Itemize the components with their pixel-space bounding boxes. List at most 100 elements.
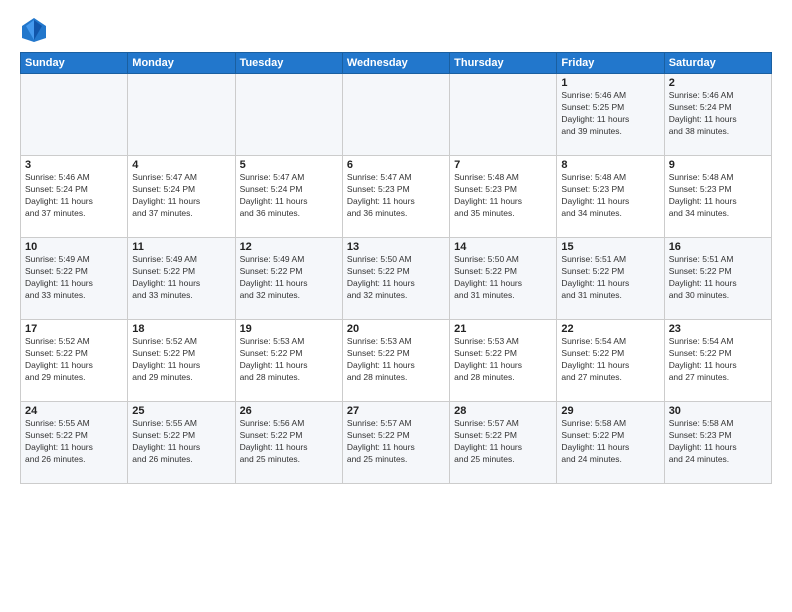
day-number: 29 (561, 405, 659, 417)
day-number: 7 (454, 159, 552, 171)
calendar-cell: 9Sunrise: 5:48 AM Sunset: 5:23 PM Daylig… (664, 156, 771, 238)
calendar-cell: 22Sunrise: 5:54 AM Sunset: 5:22 PM Dayli… (557, 320, 664, 402)
weekday-header-cell: Friday (557, 53, 664, 74)
day-info: Sunrise: 5:51 AM Sunset: 5:22 PM Dayligh… (561, 254, 659, 302)
day-info: Sunrise: 5:48 AM Sunset: 5:23 PM Dayligh… (669, 172, 767, 220)
day-number: 6 (347, 159, 445, 171)
calendar-cell: 14Sunrise: 5:50 AM Sunset: 5:22 PM Dayli… (450, 238, 557, 320)
calendar-cell: 28Sunrise: 5:57 AM Sunset: 5:22 PM Dayli… (450, 402, 557, 484)
calendar-cell: 15Sunrise: 5:51 AM Sunset: 5:22 PM Dayli… (557, 238, 664, 320)
weekday-header-cell: Wednesday (342, 53, 449, 74)
day-info: Sunrise: 5:53 AM Sunset: 5:22 PM Dayligh… (454, 336, 552, 384)
day-info: Sunrise: 5:54 AM Sunset: 5:22 PM Dayligh… (669, 336, 767, 384)
day-info: Sunrise: 5:46 AM Sunset: 5:24 PM Dayligh… (25, 172, 123, 220)
page: SundayMondayTuesdayWednesdayThursdayFrid… (0, 0, 792, 612)
day-number: 27 (347, 405, 445, 417)
calendar-cell: 13Sunrise: 5:50 AM Sunset: 5:22 PM Dayli… (342, 238, 449, 320)
calendar-week-row: 24Sunrise: 5:55 AM Sunset: 5:22 PM Dayli… (21, 402, 772, 484)
calendar-cell: 7Sunrise: 5:48 AM Sunset: 5:23 PM Daylig… (450, 156, 557, 238)
day-info: Sunrise: 5:47 AM Sunset: 5:24 PM Dayligh… (132, 172, 230, 220)
weekday-header-cell: Thursday (450, 53, 557, 74)
calendar-cell (21, 74, 128, 156)
day-number: 20 (347, 323, 445, 335)
weekday-header-cell: Tuesday (235, 53, 342, 74)
day-number: 30 (669, 405, 767, 417)
day-number: 9 (669, 159, 767, 171)
day-number: 11 (132, 241, 230, 253)
day-number: 25 (132, 405, 230, 417)
weekday-header-cell: Monday (128, 53, 235, 74)
day-number: 21 (454, 323, 552, 335)
day-number: 28 (454, 405, 552, 417)
day-info: Sunrise: 5:58 AM Sunset: 5:22 PM Dayligh… (561, 418, 659, 466)
day-number: 24 (25, 405, 123, 417)
day-number: 16 (669, 241, 767, 253)
day-info: Sunrise: 5:48 AM Sunset: 5:23 PM Dayligh… (454, 172, 552, 220)
calendar-cell: 2Sunrise: 5:46 AM Sunset: 5:24 PM Daylig… (664, 74, 771, 156)
day-info: Sunrise: 5:46 AM Sunset: 5:25 PM Dayligh… (561, 90, 659, 138)
day-info: Sunrise: 5:52 AM Sunset: 5:22 PM Dayligh… (132, 336, 230, 384)
calendar-cell: 5Sunrise: 5:47 AM Sunset: 5:24 PM Daylig… (235, 156, 342, 238)
calendar-week-row: 10 Sunrise: 5:49 AM Sunset: 5:22 PM Dayli… (21, 238, 772, 320)
calendar-cell (235, 74, 342, 156)
weekday-header-cell: Sunday (21, 53, 128, 74)
day-info: Sunrise: 5:55 AM Sunset: 5:22 PM Dayligh… (132, 418, 230, 466)
day-info: Sunrise: 5:52 AM Sunset: 5:22 PM Dayligh… (25, 336, 123, 384)
calendar-cell: 26Sunrise: 5:56 AM Sunset: 5:22 PM Dayli… (235, 402, 342, 484)
day-info: Sunrise: 5:50 AM Sunset: 5:22 PM Dayligh… (347, 254, 445, 302)
calendar-body: 1Sunrise: 5:46 AM Sunset: 5:25 PM Daylig… (21, 74, 772, 484)
day-number: 5 (240, 159, 338, 171)
calendar-cell: 18Sunrise: 5:52 AM Sunset: 5:22 PM Dayli… (128, 320, 235, 402)
logo (20, 16, 52, 44)
calendar-cell: 3Sunrise: 5:46 AM Sunset: 5:24 PM Daylig… (21, 156, 128, 238)
day-info: Sunrise: 5:51 AM Sunset: 5:22 PM Dayligh… (669, 254, 767, 302)
calendar-cell: 6Sunrise: 5:47 AM Sunset: 5:23 PM Daylig… (342, 156, 449, 238)
day-info: Sunrise: 5:49 AM Sunset: 5:22 PM Dayligh… (240, 254, 338, 302)
day-info: Sunrise: 5:50 AM Sunset: 5:22 PM Dayligh… (454, 254, 552, 302)
day-number: 19 (240, 323, 338, 335)
calendar-cell: 25Sunrise: 5:55 AM Sunset: 5:22 PM Dayli… (128, 402, 235, 484)
logo-icon (20, 16, 48, 44)
calendar-cell: 10Sunrise: 5:49 AM Sunset: 5:22 PM Dayli… (21, 238, 128, 320)
day-info: Sunrise: 5:46 AM Sunset: 5:24 PM Dayligh… (669, 90, 767, 138)
calendar-cell (450, 74, 557, 156)
day-number: 4 (132, 159, 230, 171)
day-number: 26 (240, 405, 338, 417)
calendar-week-row: 3Sunrise: 5:46 AM Sunset: 5:24 PM Daylig… (21, 156, 772, 238)
day-number: 17 (25, 323, 123, 335)
day-info: Sunrise: 5:53 AM Sunset: 5:22 PM Dayligh… (347, 336, 445, 384)
calendar-cell: 29Sunrise: 5:58 AM Sunset: 5:22 PM Dayli… (557, 402, 664, 484)
day-number: 12 (240, 241, 338, 253)
header (20, 16, 772, 44)
day-info: Sunrise: 5:47 AM Sunset: 5:24 PM Dayligh… (240, 172, 338, 220)
day-info: Sunrise: 5:55 AM Sunset: 5:22 PM Dayligh… (25, 418, 123, 466)
day-info: Sunrise: 5:56 AM Sunset: 5:22 PM Dayligh… (240, 418, 338, 466)
weekday-header-cell: Saturday (664, 53, 771, 74)
calendar-cell: 30Sunrise: 5:58 AM Sunset: 5:23 PM Dayli… (664, 402, 771, 484)
day-number: 2 (669, 77, 767, 89)
day-info: Sunrise: 5:54 AM Sunset: 5:22 PM Dayligh… (561, 336, 659, 384)
day-number: 1 (561, 77, 659, 89)
day-number: 23 (669, 323, 767, 335)
day-info: Sunrise: 5:48 AM Sunset: 5:23 PM Dayligh… (561, 172, 659, 220)
calendar-cell: 11Sunrise: 5:49 AM Sunset: 5:22 PM Dayli… (128, 238, 235, 320)
day-info: Sunrise: 5:47 AM Sunset: 5:23 PM Dayligh… (347, 172, 445, 220)
calendar-cell: 4Sunrise: 5:47 AM Sunset: 5:24 PM Daylig… (128, 156, 235, 238)
calendar-cell: 23Sunrise: 5:54 AM Sunset: 5:22 PM Dayli… (664, 320, 771, 402)
calendar-cell (128, 74, 235, 156)
day-info: Sunrise: 5:53 AM Sunset: 5:22 PM Dayligh… (240, 336, 338, 384)
calendar-cell (342, 74, 449, 156)
calendar-cell: 27Sunrise: 5:57 AM Sunset: 5:22 PM Dayli… (342, 402, 449, 484)
day-number: 10 (25, 241, 123, 253)
day-number: 3 (25, 159, 123, 171)
day-info: Sunrise: 5:49 AM Sunset: 5:22 PM Dayligh… (132, 254, 230, 302)
calendar-week-row: 1Sunrise: 5:46 AM Sunset: 5:25 PM Daylig… (21, 74, 772, 156)
day-number: 8 (561, 159, 659, 171)
calendar: SundayMondayTuesdayWednesdayThursdayFrid… (20, 52, 772, 484)
day-number: 15 (561, 241, 659, 253)
day-number: 13 (347, 241, 445, 253)
calendar-cell: 20Sunrise: 5:53 AM Sunset: 5:22 PM Dayli… (342, 320, 449, 402)
calendar-cell: 12Sunrise: 5:49 AM Sunset: 5:22 PM Dayli… (235, 238, 342, 320)
calendar-cell: 1Sunrise: 5:46 AM Sunset: 5:25 PM Daylig… (557, 74, 664, 156)
calendar-week-row: 17Sunrise: 5:52 AM Sunset: 5:22 PM Dayli… (21, 320, 772, 402)
